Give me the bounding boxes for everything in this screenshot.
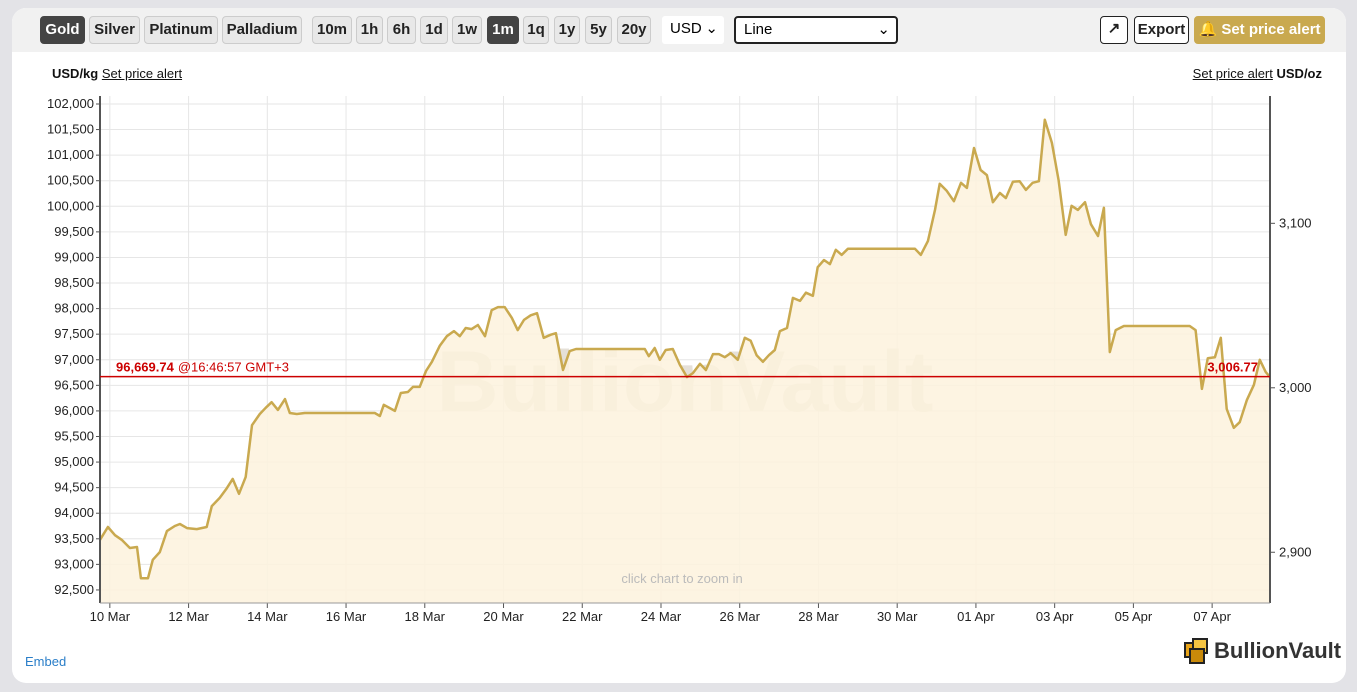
logo-cube-icon	[1184, 638, 1208, 664]
chart-widget: Gold Silver Platinum Palladium 10m 1h 6h…	[12, 8, 1346, 683]
x-tick-label: 12 Mar	[168, 609, 209, 624]
x-tick-label: 16 Mar	[326, 609, 367, 624]
x-tick-label: 30 Mar	[877, 609, 918, 624]
y-tick-label-left: 92,500	[54, 582, 94, 597]
x-tick-label: 24 Mar	[641, 609, 682, 624]
y-tick-label-left: 93,500	[54, 531, 94, 546]
y-tick-label-left: 95,000	[54, 454, 94, 469]
x-tick-label: 01 Apr	[957, 609, 995, 624]
y-tick-label-left: 100,500	[47, 173, 94, 188]
current-time: @16:46:57 GMT+3	[178, 360, 289, 375]
y-tick-label-left: 97,000	[54, 352, 94, 367]
y-tick-label-left: 93,000	[54, 556, 94, 571]
embed-link[interactable]: Embed	[25, 654, 66, 669]
y-tick-label-left: 96,500	[54, 377, 94, 392]
y-tick-label-right: 2,900	[1279, 544, 1312, 559]
x-tick-label: 22 Mar	[562, 609, 603, 624]
bullionvault-logo: BullionVault	[1182, 636, 1341, 666]
y-tick-label-right: 3,000	[1279, 380, 1312, 395]
y-tick-label-left: 94,000	[54, 505, 94, 520]
y-tick-label-left: 102,000	[47, 96, 94, 111]
y-tick-label-left: 98,500	[54, 275, 94, 290]
y-tick-label-left: 94,500	[54, 480, 94, 495]
current-price-kg-label: 96,669.74 @16:46:57 GMT+3	[116, 360, 289, 375]
y-tick-label-left: 99,000	[54, 249, 94, 264]
x-tick-label: 18 Mar	[405, 609, 446, 624]
y-tick-label-left: 100,000	[47, 198, 94, 213]
y-tick-label-left: 101,000	[47, 147, 94, 162]
y-tick-label-left: 96,000	[54, 403, 94, 418]
x-tick-label: 10 Mar	[90, 609, 131, 624]
price-chart[interactable]: 92,500 93,000 93,500 94,000 94,500 95,000 95,5…	[12, 8, 1346, 683]
y-tick-label-right: 3,100	[1279, 215, 1312, 230]
logo-text: BullionVault	[1214, 638, 1342, 663]
x-tick-label: 28 Mar	[798, 609, 839, 624]
current-price-oz-label: 3,006.77	[1207, 360, 1258, 375]
y-tick-label-left: 95,500	[54, 428, 94, 443]
x-tick-label: 14 Mar	[247, 609, 288, 624]
x-tick-label: 26 Mar	[719, 609, 760, 624]
x-tick-label: 03 Apr	[1036, 609, 1074, 624]
y-tick-label-left: 99,500	[54, 224, 94, 239]
y-tick-label-left: 101,500	[47, 122, 94, 137]
x-tick-label: 20 Mar	[483, 609, 524, 624]
x-tick-label: 07 Apr	[1193, 609, 1231, 624]
y-tick-label-left: 98,000	[54, 301, 94, 316]
y-tick-label-left: 97,500	[54, 326, 94, 341]
x-tick-label: 05 Apr	[1115, 609, 1153, 624]
zoom-hint: click chart to zoom in	[621, 571, 742, 586]
current-price-kg: 96,669.74	[116, 360, 175, 375]
